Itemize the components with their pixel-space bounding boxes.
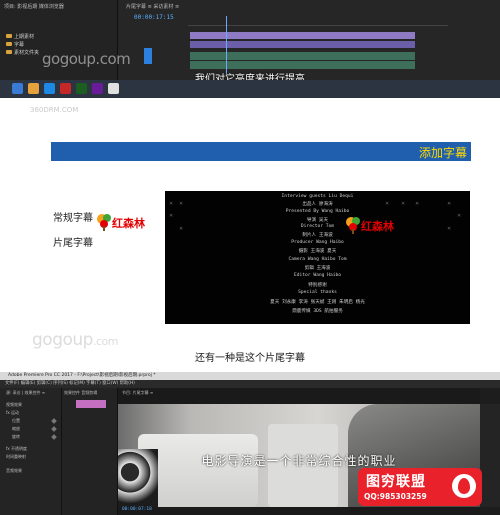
slide-title: 添加字幕	[418, 146, 467, 160]
sequence-tabs[interactable]: 片尾字幕 ≡ 采访素材 ≡	[126, 3, 179, 10]
panel-tabs[interactable]: 效果控件 音频剪辑	[64, 390, 97, 396]
cross-marker-icon: ✕	[179, 226, 184, 232]
window-title-bar: Adobe Premiere Pro CC 2017 - F:\Project\…	[0, 372, 500, 380]
brand-logo-text: 红森林	[112, 217, 145, 230]
credit-line: 鼎鹿传媒 3DS 航拍服务	[292, 309, 343, 314]
effect-row: 音频效果	[6, 468, 22, 473]
video-subtitle: 还有一种是这个片尾字幕	[195, 353, 305, 364]
credit-line: 特别感谢	[308, 283, 327, 288]
effect-row[interactable]: 旋转	[12, 434, 20, 440]
label-regular-subtitle: 常规字幕	[53, 213, 93, 224]
effect-row[interactable]: fx 不透明度	[6, 446, 27, 452]
top-editor-window: 项目: 影视后期 媒体浏览器 上期素材 字幕 素材文件夹 片尾字幕 ≡ 采访素材…	[0, 0, 500, 98]
playhead[interactable]	[226, 16, 227, 74]
keyframe-icon[interactable]	[51, 418, 57, 424]
credit-line: Director Tom	[300, 224, 335, 229]
cross-marker-icon: ✕	[169, 213, 174, 219]
keyframe-icon[interactable]	[51, 426, 57, 432]
watermark-logo: gogoup.com	[32, 330, 118, 350]
timeline-timecode[interactable]: 00:00:17:15	[134, 14, 174, 21]
credit-line: Camera Wang Haibo Tom	[288, 257, 347, 262]
effect-row: 视频效果	[6, 402, 22, 407]
video-clip[interactable]	[190, 41, 415, 48]
premiere-icon[interactable]	[92, 83, 103, 94]
effect-controls-panel: 源: 采访 | 效果控件 ≡ 视频效果 fx 运动 位置 缩放 旋转 fx 不透…	[0, 388, 62, 515]
label-ending-subtitle: 片尾字幕	[53, 238, 93, 249]
side-toolbar	[480, 404, 500, 507]
audio-clip[interactable]	[190, 61, 415, 69]
credit-line: Producer Wang Haibo	[291, 240, 344, 245]
slide-banner: 添加字幕	[51, 142, 471, 161]
cross-marker-icon: ✕	[447, 201, 452, 207]
effect-row[interactable]: 时间重映射	[6, 454, 26, 460]
timeline-panel: 片尾字幕 ≡ 采访素材 ≡ 00:00:17:15	[118, 0, 500, 80]
audio-clip[interactable]	[190, 52, 415, 60]
credit-line: Interview guests Liu Dequi	[281, 194, 354, 199]
explorer-icon[interactable]	[28, 83, 39, 94]
selection-highlight	[144, 48, 152, 64]
effect-row[interactable]: 位置	[12, 418, 20, 424]
site-watermark: 360DRM.COM	[30, 106, 79, 114]
clip-timeline-panel: 效果控件 音频剪辑	[62, 388, 118, 515]
promo-badge: 图穷联盟 QQ:985303259	[358, 468, 482, 506]
cross-marker-icon: ✕	[179, 201, 184, 207]
flame-icon	[452, 474, 476, 498]
panel-tab[interactable]: 源: 采访 | 效果控件 ≡	[6, 390, 45, 396]
video-subtitle: 电影导演是一个非常综合性的职业	[201, 454, 397, 468]
cross-marker-icon: ✕	[169, 201, 174, 207]
credit-line: Editor Wang Haibo	[293, 273, 342, 278]
credit-line: 夏天 刘永康 李涛 张天斌 王刚 朱明启 杨光	[270, 300, 365, 305]
cross-marker-icon: ✕	[401, 201, 406, 207]
credit-line: Special thanks	[298, 290, 337, 295]
promo-title: 图穷联盟	[366, 474, 426, 490]
app-icon[interactable]	[108, 83, 119, 94]
effect-row[interactable]: 缩放	[12, 426, 20, 432]
clip-bar[interactable]	[76, 400, 106, 408]
credit-line: 剪辑 王海波	[304, 266, 331, 271]
program-tab[interactable]: 节目: 片尾字幕 ≡	[122, 390, 153, 396]
cross-marker-icon: ✕	[447, 226, 452, 232]
cross-marker-icon: ✕	[415, 201, 420, 207]
timeline-ruler[interactable]	[188, 18, 448, 26]
bin-item[interactable]: 上期素材	[14, 33, 34, 40]
credit-line: Presented By Wang Haibo	[285, 209, 350, 214]
video-clip[interactable]	[190, 32, 415, 39]
program-timecode[interactable]: 00:00:07:18	[122, 507, 152, 512]
bin-item[interactable]: 字幕	[14, 41, 24, 48]
effect-row[interactable]: fx 运动	[6, 410, 19, 416]
ending-credits-preview: Interview guests Liu Dequi 出品人 廖海涛 Prese…	[165, 191, 470, 324]
watermark-logo-name: gogoup	[32, 330, 93, 350]
credit-line: 导演 吴天	[306, 218, 329, 223]
project-panel-tabs[interactable]: 项目: 影视后期 媒体浏览器	[4, 3, 64, 10]
taskbar	[0, 80, 500, 98]
keyframe-icon[interactable]	[51, 434, 57, 440]
bin-item[interactable]: 素材文件夹	[14, 49, 39, 56]
watermark-logo: gogoup.com	[42, 50, 131, 68]
brand-logo-text: 红森林	[361, 220, 394, 233]
folder-icon	[6, 50, 12, 54]
folder-icon	[6, 42, 12, 46]
browser-icon[interactable]	[44, 83, 55, 94]
credit-line: 出品人 廖海涛	[302, 202, 333, 207]
promo-qq: QQ:985303259	[364, 492, 427, 501]
folder-icon	[6, 34, 12, 38]
credit-line: 制片人 王海波	[302, 233, 333, 238]
start-icon[interactable]	[12, 83, 23, 94]
app-icon[interactable]	[76, 83, 87, 94]
cross-marker-icon: ✕	[457, 213, 462, 219]
watermark-logo-suffix: .com	[92, 335, 119, 348]
menu-bar[interactable]: 文件(F) 编辑(E) 剪辑(C) 序列(S) 标记(M) 字幕(T) 窗口(W…	[0, 380, 500, 388]
project-panel: 项目: 影视后期 媒体浏览器 上期素材 字幕 素材文件夹	[0, 0, 118, 80]
credit-line: 摄影 王海波 夏天	[298, 249, 337, 254]
app-icon[interactable]	[60, 83, 71, 94]
cross-marker-icon: ✕	[385, 201, 390, 207]
